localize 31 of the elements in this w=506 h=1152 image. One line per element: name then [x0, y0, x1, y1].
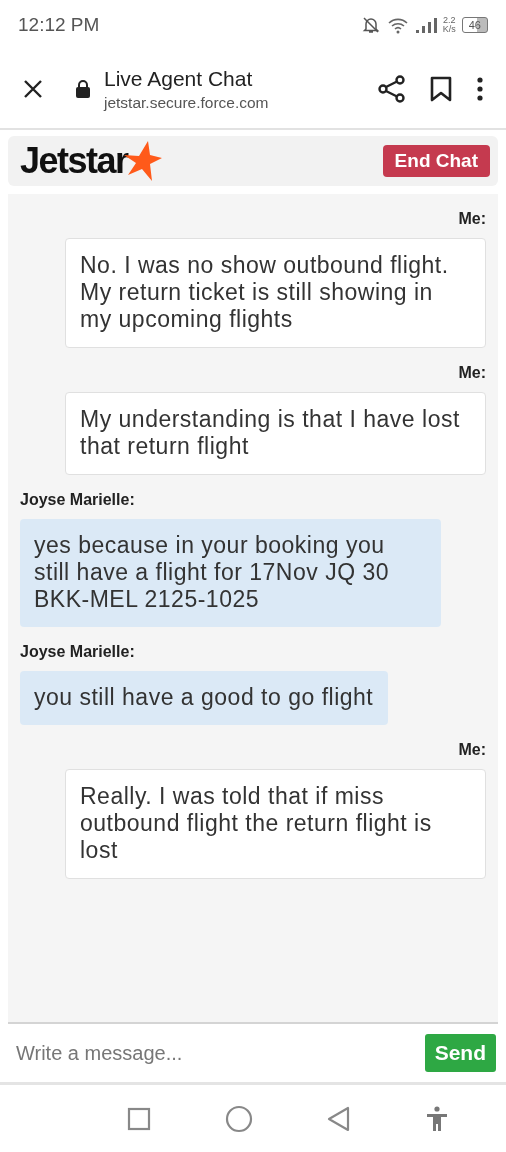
network-speed: 2.2 K/s — [442, 16, 456, 34]
share-icon[interactable] — [378, 75, 406, 103]
battery-level: 46 — [461, 17, 488, 33]
bookmark-icon[interactable] — [430, 76, 452, 102]
send-button[interactable]: Send — [424, 1034, 496, 1072]
recents-icon[interactable] — [127, 1106, 151, 1131]
message-bubble: you still have a good to go flight — [20, 671, 389, 725]
back-icon[interactable] — [327, 1105, 351, 1132]
lock-icon — [76, 80, 90, 98]
bell-off-icon — [360, 15, 381, 35]
sender-name: Joyse Marielle: — [20, 643, 135, 661]
message-input[interactable]: Write a message... — [14, 1040, 425, 1066]
sender-name: Me: — [458, 741, 486, 759]
menu-icon[interactable] — [476, 76, 484, 102]
sender-name: Me: — [458, 210, 486, 228]
message-bubble: Really. I was told that if miss outbound flight the return flight is lost — [65, 769, 486, 879]
message-bubble: My understanding is that I have lost that return flight — [65, 392, 486, 475]
jetstar-logo: Jetstar — [20, 139, 162, 183]
close-icon[interactable] — [22, 78, 44, 100]
message-bubble: No. I was no show outbound flight. My return ticket is still showing in my upcoming flights — [65, 238, 486, 348]
sender-name: Me: — [458, 364, 486, 382]
home-icon[interactable] — [225, 1104, 253, 1133]
end-chat-button[interactable]: End Chat — [382, 145, 490, 177]
accessibility-icon[interactable] — [425, 1105, 449, 1132]
page-title: Live Agent Chat — [104, 66, 254, 91]
status-time: 12:12 PM — [18, 14, 100, 36]
wifi-icon — [386, 16, 409, 34]
signal-icon — [414, 16, 437, 34]
message-bubble: yes because in your booking you still have a flight for 17Nov JQ 30 BKK-MEL 2125-1025 — [20, 519, 441, 627]
sender-name: Joyse Marielle: — [20, 491, 135, 509]
page-url: jetstar.secure.force.com — [104, 93, 270, 112]
